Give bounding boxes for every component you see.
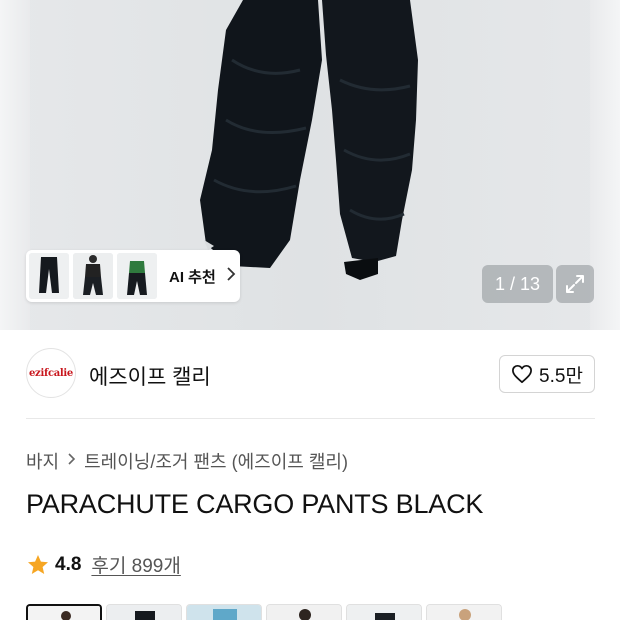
product-title: PARACHUTE CARGO PANTS BLACK (26, 489, 484, 519)
style-swatch[interactable] (346, 604, 422, 620)
expand-icon (566, 275, 584, 293)
recommend-thumbnail[interactable] (73, 253, 113, 299)
breadcrumb-item[interactable]: 트레이닝/조거 팬츠 (에즈이프 캘리) (84, 448, 348, 474)
brand-logo-text: ezifcalie (29, 367, 73, 379)
chevron-right-icon (226, 267, 236, 285)
product-image-gallery[interactable]: AI 추천 1 / 13 (0, 0, 620, 330)
breadcrumb: 바지 트레이닝/조거 팬츠 (에즈이프 캘리) (26, 448, 348, 474)
rating-score: 4.8 (55, 553, 82, 575)
brand-row: ezifcalie 에즈이프 캘리 5.5만 (26, 348, 595, 400)
style-swatches (26, 604, 502, 620)
like-count: 5.5만 (539, 365, 583, 387)
section-divider (26, 418, 595, 419)
ai-recommend-strip[interactable]: AI 추천 (26, 250, 240, 302)
style-swatch[interactable] (186, 604, 262, 620)
star-icon (28, 554, 48, 574)
rating-row: 4.8 후기 899개 (26, 551, 181, 578)
style-swatch[interactable] (106, 604, 182, 620)
image-counter: 1 / 13 (482, 265, 553, 303)
expand-button[interactable] (556, 265, 594, 303)
review-count-link[interactable]: 후기 899개 (91, 551, 180, 578)
style-swatch[interactable] (26, 604, 102, 620)
recommend-thumbnail[interactable] (117, 253, 157, 299)
recommend-thumbnail[interactable] (29, 253, 69, 299)
breadcrumb-item[interactable]: 바지 (26, 448, 59, 474)
style-swatch[interactable] (266, 604, 342, 620)
chevron-right-icon (67, 452, 76, 471)
style-swatch[interactable] (426, 604, 502, 620)
heart-icon (512, 364, 533, 384)
brand-logo[interactable]: ezifcalie (26, 348, 76, 398)
brand-name[interactable]: 에즈이프 캘리 (89, 361, 211, 391)
ai-recommend-label: AI 추천 (169, 268, 216, 286)
like-button[interactable]: 5.5만 (499, 355, 595, 393)
